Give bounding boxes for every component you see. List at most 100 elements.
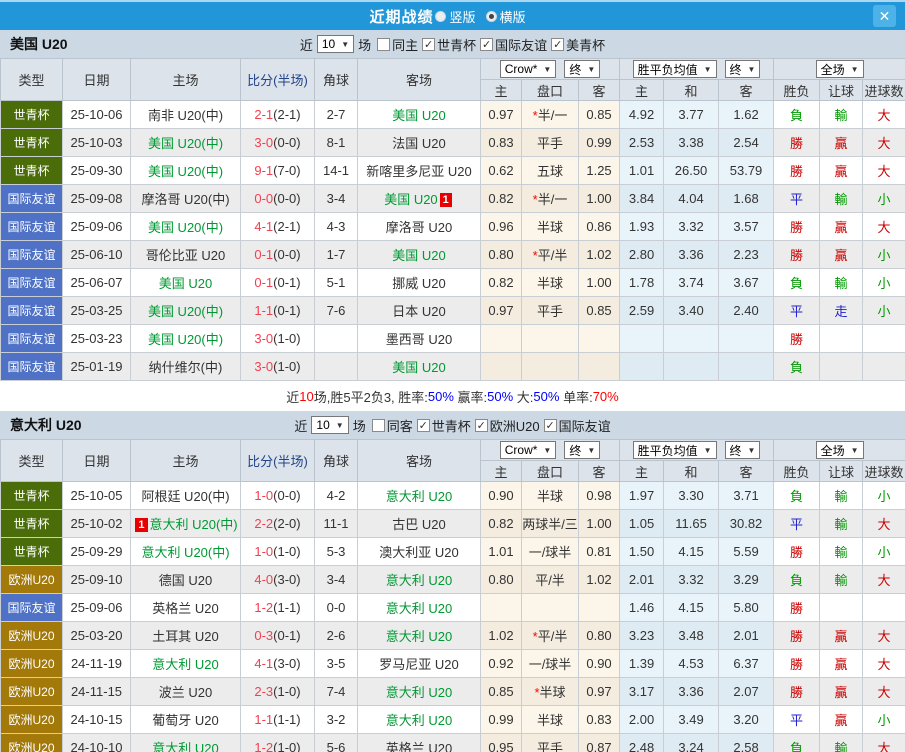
checkbox-checked-icon[interactable]: [422, 37, 436, 51]
away-team-name[interactable]: 英格兰 U20: [386, 741, 452, 752]
away-team-cell[interactable]: 美国 U20: [357, 100, 481, 129]
home-team-cell[interactable]: 1 意大利 U20(中): [130, 509, 241, 538]
checkbox-checked-icon[interactable]: [474, 418, 488, 432]
away-team-cell[interactable]: 意大利 U20: [357, 593, 481, 622]
away-team-name[interactable]: 美国 U20: [392, 360, 445, 375]
away-team-cell[interactable]: 意大利 U20: [357, 481, 481, 510]
away-team-name[interactable]: 意大利 U20: [386, 629, 452, 644]
home-team-name[interactable]: 德国 U20: [159, 573, 212, 588]
away-team-cell[interactable]: 意大利 U20: [357, 621, 481, 650]
away-team-name[interactable]: 摩洛哥 U20: [386, 220, 452, 235]
home-team-cell[interactable]: 英格兰 U20: [130, 593, 241, 622]
home-team-name[interactable]: 意大利 U20: [152, 657, 218, 672]
away-team-name[interactable]: 意大利 U20: [386, 601, 452, 616]
away-team-name[interactable]: 古巴 U20: [392, 517, 445, 532]
home-team-cell[interactable]: 意大利 U20: [130, 649, 241, 678]
home-team-name[interactable]: 意大利 U20(中): [150, 517, 238, 532]
home-team-cell[interactable]: 波兰 U20: [130, 677, 241, 706]
away-team-cell[interactable]: 摩洛哥 U20: [357, 212, 481, 241]
away-team-cell[interactable]: 挪威 U20: [357, 268, 481, 297]
checkbox-checked-icon[interactable]: [551, 37, 565, 51]
home-team-name[interactable]: 美国 U20(中): [148, 164, 223, 179]
home-team-cell[interactable]: 美国 U20: [130, 268, 241, 297]
away-team-cell[interactable]: 意大利 U20: [357, 705, 481, 734]
same-home-checkbox[interactable]: 同主: [377, 35, 418, 54]
competition-checkbox[interactable]: 国际友谊: [480, 35, 547, 54]
away-team-name[interactable]: 墨西哥 U20: [386, 332, 452, 347]
home-team-name[interactable]: 意大利 U20(中): [141, 545, 229, 560]
away-team-name[interactable]: 挪威 U20: [392, 276, 445, 291]
home-team-name[interactable]: 南非 U20(中): [148, 108, 223, 123]
home-team-name[interactable]: 纳什维尔(中): [149, 360, 223, 375]
competition-checkbox[interactable]: 美青杯: [551, 35, 605, 54]
radio-icon[interactable]: [435, 10, 447, 22]
home-team-name[interactable]: 美国 U20(中): [148, 332, 223, 347]
home-team-cell[interactable]: 美国 U20(中): [130, 296, 241, 325]
away-team-name[interactable]: 美国 U20: [384, 192, 437, 207]
home-team-name[interactable]: 波兰 U20: [159, 685, 212, 700]
home-team-name[interactable]: 美国 U20(中): [148, 220, 223, 235]
home-team-cell[interactable]: 纳什维尔(中): [130, 352, 241, 381]
odds-time-select[interactable]: 终 ▼: [564, 60, 601, 78]
odds-source-select[interactable]: Crow* ▼: [499, 441, 557, 459]
away-team-cell[interactable]: 英格兰 U20: [357, 733, 481, 752]
home-team-name[interactable]: 摩洛哥 U20(中): [141, 192, 229, 207]
home-team-name[interactable]: 葡萄牙 U20: [152, 713, 218, 728]
competition-checkbox[interactable]: 国际友谊: [543, 416, 611, 435]
close-button[interactable]: ✕: [873, 5, 896, 27]
home-team-cell[interactable]: 南非 U20(中): [130, 100, 241, 129]
away-team-cell[interactable]: 美国 U20: [357, 240, 481, 269]
radio-icon[interactable]: [485, 10, 497, 22]
away-team-cell[interactable]: 新喀里多尼亚 U20: [357, 156, 481, 185]
away-team-cell[interactable]: 美国 U20 1: [357, 184, 481, 213]
home-team-cell[interactable]: 德国 U20: [130, 565, 241, 594]
competition-checkbox[interactable]: 欧洲U20: [474, 416, 540, 435]
competition-checkbox[interactable]: 世青杯: [416, 416, 471, 435]
same-away-checkbox[interactable]: 同客: [371, 416, 413, 435]
home-team-name[interactable]: 美国 U20(中): [148, 136, 223, 151]
away-team-cell[interactable]: 日本 U20: [357, 296, 481, 325]
home-team-cell[interactable]: 意大利 U20: [130, 733, 241, 752]
competition-checkbox[interactable]: 世青杯: [422, 35, 476, 54]
away-team-cell[interactable]: 澳大利亚 U20: [357, 537, 481, 566]
away-team-name[interactable]: 美国 U20: [392, 108, 445, 123]
away-team-name[interactable]: 澳大利亚 U20: [379, 545, 458, 560]
home-team-cell[interactable]: 阿根廷 U20(中): [130, 481, 241, 510]
home-team-cell[interactable]: 美国 U20(中): [130, 128, 241, 157]
home-team-cell[interactable]: 美国 U20(中): [130, 156, 241, 185]
scope-select[interactable]: 全场 ▼: [815, 60, 864, 78]
away-team-cell[interactable]: 美国 U20: [357, 352, 481, 381]
odds-source-select[interactable]: Crow* ▼: [499, 60, 557, 78]
home-team-name[interactable]: 美国 U20: [159, 276, 212, 291]
away-team-name[interactable]: 法国 U20: [392, 136, 445, 151]
avg-select[interactable]: 胜平负均值 ▼: [632, 441, 717, 459]
away-team-name[interactable]: 美国 U20: [392, 248, 445, 263]
away-team-name[interactable]: 罗马尼亚 U20: [379, 657, 458, 672]
away-team-cell[interactable]: 墨西哥 U20: [357, 324, 481, 353]
away-team-name[interactable]: 意大利 U20: [386, 489, 452, 504]
away-team-cell[interactable]: 古巴 U20: [357, 509, 481, 538]
avg-time-select[interactable]: 终 ▼: [724, 60, 761, 78]
home-team-cell[interactable]: 葡萄牙 U20: [130, 705, 241, 734]
away-team-name[interactable]: 意大利 U20: [386, 713, 452, 728]
home-team-name[interactable]: 美国 U20(中): [148, 304, 223, 319]
checkbox-checked-icon[interactable]: [416, 418, 430, 432]
layout-radio-option[interactable]: 竖版: [435, 7, 476, 26]
checkbox-icon[interactable]: [371, 418, 385, 432]
away-team-name[interactable]: 新喀里多尼亚 U20: [366, 164, 471, 179]
home-team-name[interactable]: 英格兰 U20: [152, 601, 218, 616]
home-team-cell[interactable]: 美国 U20(中): [130, 212, 241, 241]
checkbox-checked-icon[interactable]: [543, 418, 557, 432]
home-team-name[interactable]: 阿根廷 U20(中): [141, 489, 229, 504]
home-team-cell[interactable]: 哥伦比亚 U20: [130, 240, 241, 269]
scope-select[interactable]: 全场 ▼: [815, 441, 864, 459]
avg-time-select[interactable]: 终 ▼: [724, 441, 761, 459]
away-team-cell[interactable]: 意大利 U20: [357, 565, 481, 594]
away-team-cell[interactable]: 法国 U20: [357, 128, 481, 157]
odds-time-select[interactable]: 终 ▼: [564, 441, 601, 459]
away-team-name[interactable]: 意大利 U20: [386, 573, 452, 588]
away-team-name[interactable]: 意大利 U20: [386, 685, 452, 700]
home-team-cell[interactable]: 美国 U20(中): [130, 324, 241, 353]
layout-radio-option[interactable]: 横版: [485, 7, 526, 26]
away-team-cell[interactable]: 意大利 U20: [357, 677, 481, 706]
